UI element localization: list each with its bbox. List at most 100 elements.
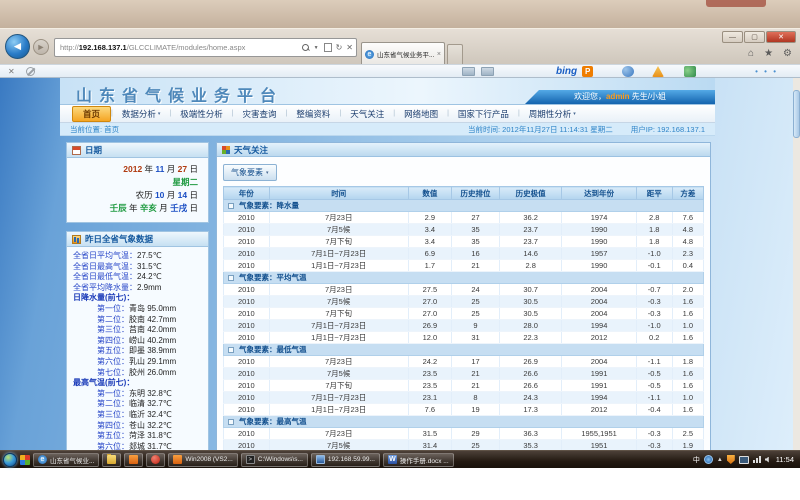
welcome-suffix: 先生/小姐: [630, 92, 666, 101]
weather-summary-line: 全省平均降水量：2.9mm: [73, 283, 204, 294]
table-row: 20107月23日2.92736.219742.87.6: [224, 212, 704, 224]
search-icon[interactable]: [302, 44, 310, 52]
volume-tray-icon[interactable]: [765, 457, 769, 463]
addon-star-icon[interactable]: [652, 66, 664, 77]
taskbar-button-3[interactable]: [124, 453, 143, 467]
mail-card-icon-2[interactable]: [481, 67, 494, 76]
table-cell: 2.8: [499, 260, 561, 272]
nav-item-1[interactable]: 首页: [72, 106, 111, 122]
weather-watch-table: 年份时间数值历史排位历史极值达到年份距平方差 气象要素：降水量20107月23日…: [223, 186, 704, 450]
new-tab-button[interactable]: [447, 44, 463, 65]
weather-rank-label: 第三位：: [97, 325, 129, 334]
nav-item-7[interactable]: 网络地图: [395, 106, 447, 122]
nav-item-3[interactable]: 极端性分析: [171, 106, 232, 122]
close-button[interactable]: ✕: [766, 31, 796, 43]
mail-card-icon-1[interactable]: [462, 67, 475, 76]
taskbar-button-7[interactable]: 192.168.59.99...: [311, 453, 380, 467]
table-row: 20107月1日~7月23日23.1824.31994-1.11.0: [224, 392, 704, 404]
addon-people-icon[interactable]: [684, 66, 696, 77]
bing-logo[interactable]: bing: [556, 66, 577, 77]
table-cell: 2010: [224, 212, 270, 224]
table-cell: 2.5: [672, 428, 703, 440]
nav-item-6[interactable]: 天气关注: [341, 106, 393, 122]
start-button[interactable]: [3, 453, 17, 467]
gregorian-date: 2012 年 11 月 27 日: [77, 163, 198, 176]
table-cell: 7月5候: [269, 296, 408, 308]
table-cell: 7月下旬: [269, 236, 408, 248]
element-filter-button[interactable]: 气象要素 ▾: [223, 164, 277, 181]
ime-indicator[interactable]: 中: [693, 455, 700, 465]
back-button[interactable]: ◄: [5, 34, 30, 59]
nav-item-9[interactable]: 周期性分析▾: [520, 106, 585, 122]
more-options-dots-icon[interactable]: • • •: [755, 67, 778, 76]
weather-rank-line: 第六位：郯城 31.7℃: [73, 442, 204, 450]
blocked-icon: [26, 67, 35, 76]
home-icon[interactable]: ⌂: [748, 48, 754, 59]
welcome-banner: 欢迎您，admin 先生/小姐: [525, 90, 715, 104]
taskbar-button-4[interactable]: [146, 453, 165, 467]
favorites-star-icon[interactable]: ★: [764, 48, 773, 59]
taskbar-clock[interactable]: 11:54: [773, 455, 797, 464]
table-cell: -1.0: [636, 248, 672, 260]
globe-tray-icon[interactable]: [704, 455, 713, 464]
taskbar-button-5[interactable]: Win2008 (VS2...: [168, 453, 237, 467]
table-cell: 2010: [224, 332, 270, 344]
weather-rank-label: 第二位：: [97, 315, 129, 324]
nav-item-4[interactable]: 灾害查询: [234, 106, 286, 122]
table-cell: 23.7: [499, 236, 561, 248]
current-time-label: 当前时间: 2012年11月27日 11:14:31 星期二: [468, 123, 613, 135]
taskbar-mini-icon[interactable]: [20, 455, 30, 465]
tools-gear-icon[interactable]: ⚙: [783, 48, 792, 59]
tab-close-icon[interactable]: ×: [437, 51, 441, 58]
section-checkbox[interactable]: [228, 419, 234, 425]
table-row: 20107月5候31.42535.31951-0.31.9: [224, 440, 704, 451]
scrollbar-track[interactable]: [793, 78, 800, 450]
table-cell: 23.5: [408, 380, 451, 392]
address-bar[interactable]: http://192.168.137.1/GLCCLIMATE/modules/…: [54, 38, 357, 57]
table-cell: 12.0: [408, 332, 451, 344]
calendar-icon: [72, 146, 81, 155]
section-title-label: 气象要素：最高气温: [239, 417, 307, 426]
taskbar-button-2[interactable]: [102, 453, 121, 467]
table-cell: -1.1: [636, 356, 672, 368]
browser-tab[interactable]: e 山东省气候业务平... ×: [361, 42, 445, 65]
section-checkbox[interactable]: [228, 347, 234, 353]
table-row: 20107月23日31.52936.31955,1951-0.32.5: [224, 428, 704, 440]
nav-item-5[interactable]: 整编资料: [287, 106, 339, 122]
compatibility-view-icon[interactable]: [324, 43, 332, 52]
addon-globe-icon[interactable]: [622, 66, 634, 77]
weather-rank-value: 崂山 40.2mm: [129, 336, 176, 345]
tray-up-arrow-icon[interactable]: ▲: [717, 457, 723, 463]
table-cell: 30.7: [499, 284, 561, 296]
nav-item-2[interactable]: 数据分析▾: [113, 106, 170, 122]
nav-item-label: 数据分析: [122, 108, 156, 120]
p-addon-icon[interactable]: P: [582, 66, 593, 77]
table-cell: 26.6: [499, 368, 561, 380]
toolbar-close-icon[interactable]: ✕: [8, 67, 15, 76]
section-checkbox[interactable]: [228, 203, 234, 209]
weather-rank-label: 第六位：: [97, 442, 129, 450]
taskbar-button-1[interactable]: e山东省气候业...: [33, 453, 99, 467]
stop-icon[interactable]: ✕: [346, 43, 353, 52]
display-tray-icon[interactable]: [739, 456, 749, 464]
table-cell: 27: [451, 212, 499, 224]
section-checkbox[interactable]: [228, 275, 234, 281]
scrollbar-thumb[interactable]: [793, 90, 800, 138]
autocomplete-dropdown-icon[interactable]: ▼: [314, 45, 319, 51]
maximize-button[interactable]: ▢: [744, 31, 765, 43]
action-center-flag-icon[interactable]: [727, 455, 735, 464]
forward-button[interactable]: ►: [33, 39, 49, 55]
taskbar-button-6[interactable]: >C:\Windows\s...: [241, 453, 308, 467]
table-cell: 2004: [562, 284, 636, 296]
refresh-icon[interactable]: ↻: [336, 43, 343, 52]
network-tray-icon[interactable]: [753, 456, 761, 463]
nav-item-8[interactable]: 国家下行产品: [449, 106, 518, 122]
welcome-prefix: 欢迎您，: [574, 92, 606, 101]
table-cell: 7月5候: [269, 224, 408, 236]
taskbar-button-8[interactable]: W操作手册.docx ...: [383, 453, 454, 467]
table-header-cell: 方差: [672, 187, 703, 200]
table-cell: 1990: [562, 260, 636, 272]
date-text-piece: 2012: [123, 164, 142, 174]
minimize-button[interactable]: —: [722, 31, 743, 43]
table-cell: -0.1: [636, 260, 672, 272]
